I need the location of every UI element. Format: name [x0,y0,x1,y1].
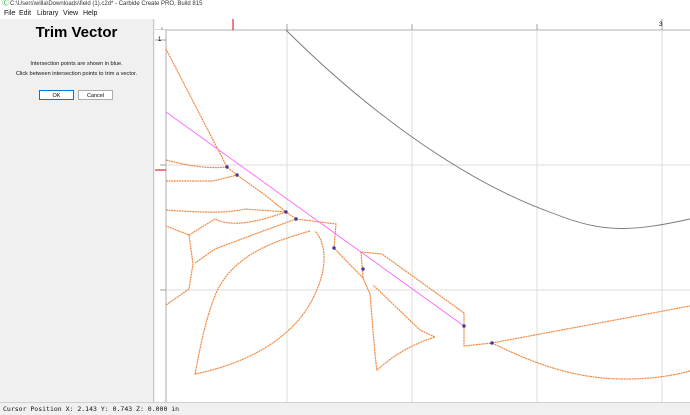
intersection-point [361,267,365,271]
intersection-point [284,210,288,214]
instruction-text-1: Intersection points are shown in blue. [30,61,123,67]
vector-path[interactable] [194,218,297,264]
grid [167,31,690,402]
window-title: C:\Users\willa\Downloads\field (1).c2d* … [10,1,203,7]
arc-vector[interactable] [285,29,690,229]
vector-path[interactable] [166,174,493,347]
intersection-point [235,173,239,177]
design-canvas[interactable]: 3 1 [155,19,690,402]
left-ruler: 1 [155,30,167,402]
panel-title: Trim Vector [35,24,118,41]
orange-vectors[interactable] [165,48,690,380]
intersection-points [225,165,494,345]
ok-button[interactable]: OK [39,90,74,100]
app-icon: Ⓒ [2,0,9,7]
trim-vector-panel: Trim Vector Intersection points are show… [0,19,154,402]
vector-path[interactable] [165,211,287,236]
instruction-text-2: Click between intersection points to tri… [15,71,138,77]
intersection-point [225,165,229,169]
cancel-button[interactable]: Cancel [78,90,113,100]
top-ruler-label: 3 [659,21,663,28]
menu-bar: File Edit Library View Help [0,9,690,19]
top-ruler: 3 [155,19,690,31]
vector-path[interactable] [491,342,690,380]
vector-path[interactable] [165,208,287,213]
intersection-point [294,217,298,221]
vector-path[interactable] [491,305,690,344]
canvas-drawing[interactable]: 3 1 [155,19,690,402]
intersection-point [490,341,494,345]
intersection-point [332,246,336,250]
vector-path[interactable] [194,230,325,375]
menu-view[interactable]: View [63,9,78,19]
menu-help[interactable]: Help [83,9,97,19]
status-bar: Cursor Position X: 2.143 Y: 0.743 Z: 0.0… [0,402,690,415]
cursor-position-readout: Cursor Position X: 2.143 Y: 0.743 Z: 0.0… [3,405,180,413]
vector-path[interactable] [165,234,194,306]
title-bar: Ⓒ C:\Users\willa\Downloads\field (1).c2d… [0,0,690,9]
menu-edit[interactable]: Edit [19,9,31,19]
intersection-point [462,324,466,328]
vector-path[interactable] [362,277,437,372]
menu-library[interactable]: Library [37,9,58,19]
menu-file[interactable]: File [4,9,15,19]
